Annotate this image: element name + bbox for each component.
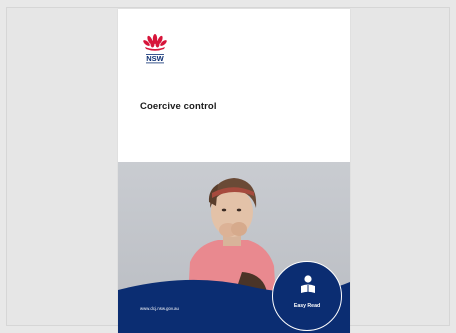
reader-icon (301, 275, 315, 293)
footer-url: www.dcj.nsw.gov.au (140, 306, 179, 311)
easy-read-badge: Easy Read (272, 261, 342, 331)
waratah-logo-icon: NSW (143, 34, 167, 64)
document-cover: NSW Coercive control www.dcj.nsw.gov.au … (118, 9, 350, 333)
easy-read-label: Easy Read (293, 303, 321, 309)
logo-wordmark: NSW (146, 54, 164, 63)
document-title: Coercive control (140, 101, 217, 112)
